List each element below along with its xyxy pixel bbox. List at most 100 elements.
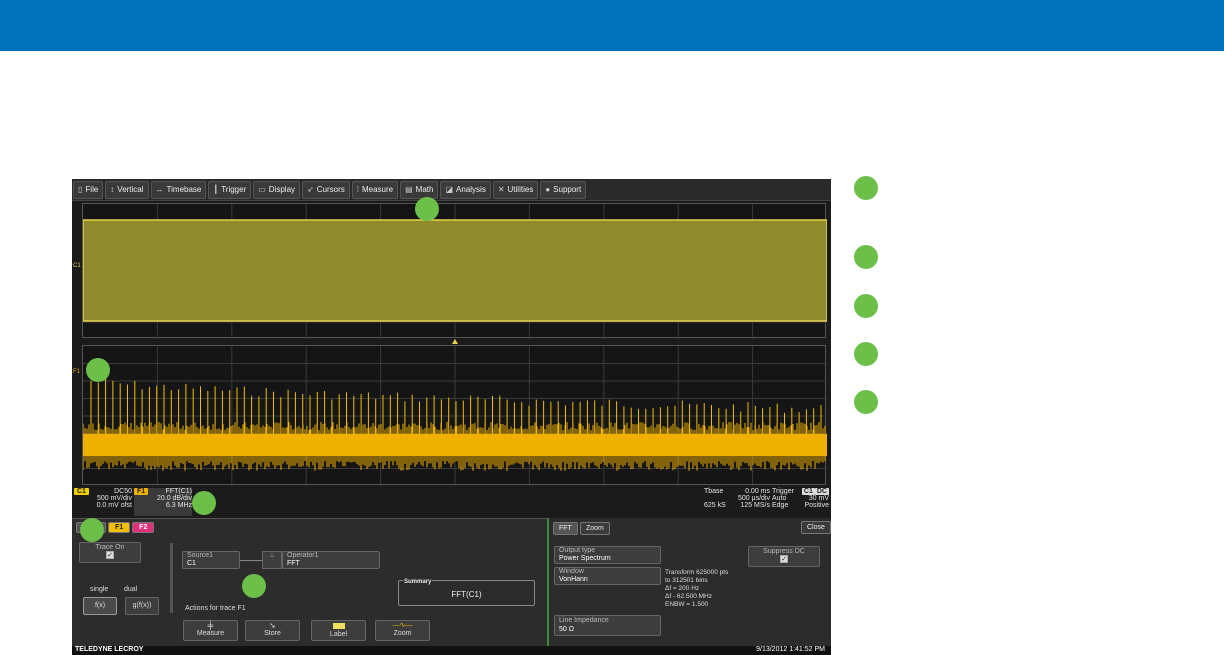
fft-grid[interactable] (82, 345, 827, 486)
suppress-dc-checkbox[interactable]: ✓ (780, 555, 788, 563)
menu-display[interactable]: ▭ Display (253, 180, 301, 199)
suppress-dc-toggle[interactable]: Suppress DC ✓ (748, 546, 820, 567)
file-icon: ▯ (78, 184, 83, 194)
menu-timebase[interactable]: ↔ Timebase (150, 180, 207, 199)
callout-marker-2 (854, 245, 878, 269)
c1-waveform (82, 219, 828, 322)
fft-info-line-5: ENBW = 1.500 (665, 601, 709, 608)
analysis-icon: ◪ (445, 184, 454, 194)
trace-on-checkbox[interactable]: ✓ (106, 551, 114, 559)
callout-marker-1 (854, 176, 878, 200)
callout-function-tabs (80, 518, 104, 542)
trigger-channel: C1 (801, 488, 815, 495)
oscilloscope-screen: ▯ File ↕ Vertical ↔ Timebase ┃ Trigger ▭ Display ➶… (72, 179, 831, 655)
trigger-position-marker (452, 339, 458, 344)
output-type-value: Power Spectrum (559, 555, 611, 562)
c1-coupling: DC50 (114, 488, 132, 495)
fft-info-line-4: Δf - 62.500 MHz (665, 593, 712, 600)
timebase-descriptor[interactable]: Tbase 0.00 ms 500 µs/div 625 kS 125 MS/s (702, 488, 770, 516)
label-action-button[interactable]: Label (311, 620, 366, 641)
trigger-type: Edge (772, 502, 789, 509)
channel-grid[interactable] (82, 203, 828, 339)
single-function-button[interactable]: f(x) (83, 597, 117, 615)
c1-descriptor[interactable]: C1 DC50 500 mV/div 0.0 mV ofst (74, 488, 132, 516)
close-button[interactable]: Close (801, 521, 831, 534)
fft-setup-panel: FFT Zoom Close Output type Power Spectru… (549, 518, 831, 646)
menu-cursors[interactable]: ➶ Cursors (302, 180, 350, 199)
tab-f2[interactable]: F2 (132, 522, 155, 533)
menu-trigger[interactable]: ┃ Trigger (208, 180, 252, 199)
tab-zoom[interactable]: Zoom (580, 522, 610, 535)
operator-selector[interactable]: Operator1 FFT (282, 551, 380, 569)
trigger-label: Trigger (772, 488, 794, 495)
summary-box: Summary FFT(C1) (398, 579, 535, 606)
display-icon: ▭ (258, 184, 266, 194)
menu-label: File (85, 184, 99, 194)
store-action-button[interactable]: ➘ Store (245, 620, 300, 641)
label-icon (332, 623, 345, 629)
trigger-descriptor[interactable]: Trigger C1 DC Auto 30 mV Edge Positive (772, 488, 829, 516)
trace-descriptor-row: C1 DC50 500 mV/div 0.0 mV ofst F1 FFT(C1… (72, 487, 831, 517)
menu-vertical[interactable]: ↕ Vertical (105, 180, 149, 199)
menu-label: Measure (361, 184, 394, 194)
callout-math-menu (415, 197, 439, 221)
f1-tag: F1 (134, 488, 149, 495)
window-selector[interactable]: Window VonHann (554, 567, 661, 585)
line-impedance-value: 50 Ω (559, 626, 574, 633)
zoom-icon: —∿— (392, 622, 413, 629)
tools-icon: ✕ (497, 184, 505, 194)
f1-descriptor[interactable]: F1 FFT(C1) 20.0 dB/div 6.3 MHz (134, 488, 192, 516)
operator-icon: ⊥ (262, 551, 282, 569)
timebase-label: Tbase (704, 488, 724, 495)
menu-label: Utilities (507, 184, 534, 194)
fft-info-line-3: Δf = 200 Hz (665, 585, 700, 592)
menu-math[interactable]: ▤ Math (400, 180, 439, 199)
menu-file[interactable]: ▯ File (73, 180, 104, 199)
vertical-arrows-icon: ↕ (110, 184, 115, 194)
trigger-level: 30 mV (808, 495, 829, 502)
datetime: 9/13/2012 1:41:52 PM (756, 646, 825, 653)
f1-db-per-div: 20.0 dB/div (156, 495, 192, 502)
timebase-rate: 125 MS/s (740, 502, 770, 509)
menu-label: Timebase (166, 184, 202, 194)
trigger-slope: Positive (804, 502, 829, 509)
timebase-delay: 0.00 ms (745, 488, 770, 495)
actions-label: Actions for trace F1 (185, 605, 246, 612)
window-label: Window (559, 568, 584, 575)
cursor-icon: ➶ (307, 184, 314, 194)
tab-fft[interactable]: FFT (553, 522, 578, 535)
timebase-per-div: 500 µs/div (737, 495, 770, 502)
dual-function-button[interactable]: g(f(x)) (125, 597, 159, 615)
trace-on-label: Trace On (95, 544, 125, 551)
line-impedance-label: Line Impedance (559, 617, 609, 624)
source-selector[interactable]: Source1 C1 (182, 551, 240, 569)
measure-action-button[interactable]: ╪ Measure (183, 620, 238, 641)
channel-trace-plot (82, 204, 828, 339)
tab-f1[interactable]: F1 (108, 522, 131, 533)
zoom-action-label: Zoom (393, 630, 412, 637)
measure-icon: ╪ (207, 621, 214, 630)
output-type-selector[interactable]: Output type Power Spectrum (554, 546, 661, 564)
support-icon: ● (545, 184, 551, 194)
store-icon: ➘ (269, 621, 276, 630)
dual-label: dual (124, 586, 138, 593)
f1-name: FFT(C1) (165, 488, 192, 495)
summary-value: FFT(C1) (451, 590, 482, 599)
line-impedance-selector[interactable]: Line Impedance 50 Ω (554, 615, 661, 636)
timebase-samples: 625 kS (704, 502, 726, 509)
panel-scrollbar[interactable] (170, 543, 173, 613)
calculator-icon: ▤ (405, 184, 413, 194)
callout-operator (242, 574, 266, 598)
zoom-action-button[interactable]: —∿— Zoom (375, 620, 430, 641)
menu-utilities[interactable]: ✕ Utilities (492, 180, 539, 199)
operator-value: FFT (287, 560, 300, 567)
measure-action-label: Measure (196, 630, 225, 637)
store-action-label: Store (264, 630, 281, 637)
trace-on-toggle[interactable]: Trace On ✓ (79, 542, 141, 563)
menu-support[interactable]: ● Support (540, 180, 587, 199)
summary-label: Summary (403, 579, 433, 585)
menu-analysis[interactable]: ◪ Analysis (440, 180, 491, 199)
measure-icon: ⁞ (356, 184, 359, 194)
header-banner (0, 0, 1224, 51)
menu-measure[interactable]: ⁞ Measure (351, 180, 399, 199)
